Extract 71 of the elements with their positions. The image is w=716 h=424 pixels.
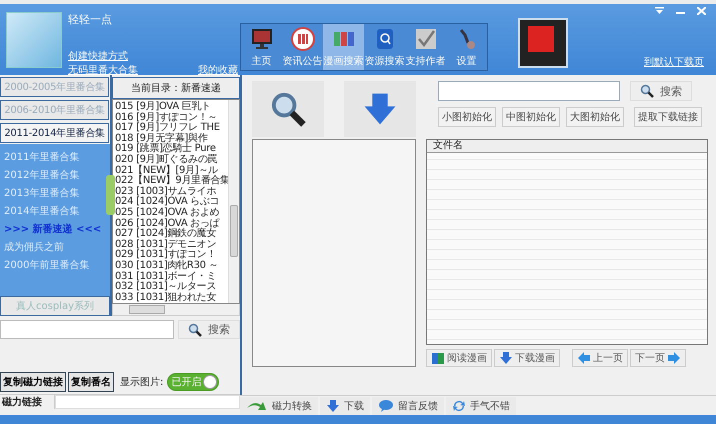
directory-item[interactable]: 033 [1031]狙われた女 [115, 292, 228, 304]
monitor-icon [250, 27, 274, 51]
magnet-link-field[interactable] [55, 395, 240, 410]
down-arrow-icon [362, 91, 398, 127]
logo-icon [518, 18, 568, 68]
book-icon [431, 350, 445, 365]
default-download-link[interactable]: 到默认下载页 [644, 55, 704, 69]
directory-item[interactable]: 029 [1031]すぽコン！ [115, 250, 228, 261]
directory-item[interactable]: 017 [9月]フリフレ THE [115, 123, 228, 134]
directory-item[interactable]: 020 [9月]町ぐるみの罠 [115, 154, 228, 166]
directory-item[interactable]: 024 [1024]OVA らぶコ [115, 197, 228, 208]
search-icon [270, 91, 306, 127]
directory-item[interactable]: 025 [1024]OVA およめ [115, 208, 228, 219]
vertical-scrollbar[interactable] [228, 100, 239, 304]
search-icon [640, 84, 654, 98]
comic-search-button[interactable]: 搜索 [630, 81, 692, 101]
init-button[interactable]: 大图初始化 [566, 107, 624, 127]
directory-item[interactable]: 031 [1031]ボーイ・ミ [115, 272, 228, 282]
directory-item[interactable]: 015 [9月]OVA 巨乳ト [115, 102, 228, 113]
init-button[interactable]: 中图初始化 [502, 107, 560, 127]
toolbar-button[interactable]: 设置 [446, 24, 487, 70]
directory-item[interactable]: 030 [1031]肉牝R30 ～ [115, 260, 228, 272]
down-arrow-icon [326, 398, 340, 412]
extract-links-button[interactable]: 提取下载链接 [634, 107, 702, 127]
bottom-tool-button[interactable]: 下载 [320, 396, 370, 414]
bottom-tool-button[interactable]: 手气不错 [446, 396, 516, 414]
bottom-tool-button[interactable]: 留言反馈 [372, 396, 444, 414]
toolbar-button[interactable]: 资源搜索 [364, 24, 405, 70]
directory-item[interactable]: 032 [1031]～ルタース [115, 282, 228, 293]
left-arrow-icon [577, 350, 591, 365]
collection-link[interactable]: 无码里番大合集 [68, 63, 138, 77]
directory-item[interactable]: 023 [1003]サムライホ [115, 186, 228, 198]
copy-button[interactable]: 复制番名 [68, 372, 114, 392]
toolbar-button[interactable]: 主页 [241, 24, 282, 70]
comic-search-field[interactable] [438, 81, 620, 101]
checkmark-icon [414, 27, 438, 51]
page-button[interactable]: 下一页 [630, 348, 686, 367]
directory-item[interactable]: 019 [跳票]恋騎士 Pure [115, 144, 228, 155]
toolbar-button[interactable]: 支持作者 [405, 24, 446, 70]
close-icon[interactable] [697, 7, 706, 15]
right-arrow-icon [667, 350, 681, 365]
horizontal-scrollbar[interactable] [112, 304, 240, 316]
dropdown-icon[interactable] [655, 7, 664, 15]
init-button[interactable]: 小图初始化 [438, 107, 496, 127]
books-icon [290, 27, 314, 51]
comic-action-button[interactable]: 下载漫画 [494, 348, 560, 367]
category-tab[interactable]: 2011-2014年里番合集 [0, 123, 109, 143]
directory-item[interactable]: 028 [1031]デモニオン [115, 240, 228, 250]
favorites-link[interactable]: 我的收藏 [198, 63, 238, 77]
download-button[interactable] [344, 81, 416, 137]
splitter-handle[interactable] [106, 175, 115, 215]
refresh-icon [452, 398, 466, 412]
column-header[interactable]: 文件名 [427, 140, 707, 153]
app-title: 轻轻一点 [68, 12, 113, 27]
comic-action-button[interactable]: 阅读漫画 [426, 348, 492, 367]
directory-title: 当前目录：新番速递 [112, 77, 240, 99]
show-images-label: 显示图片: [120, 376, 164, 390]
down-arrow-icon [499, 350, 513, 365]
search-icon [188, 322, 202, 337]
search-field[interactable] [0, 320, 174, 340]
toolbar-button[interactable]: 资讯公告 [282, 24, 323, 70]
directory-item[interactable]: 022【NEW】9月里番合集 [115, 176, 228, 187]
bottom-tool-button[interactable]: 磁力转换 [240, 396, 318, 414]
search-button[interactable]: 搜索 [178, 320, 240, 340]
page-button[interactable]: 上一页 [572, 348, 628, 367]
search-button[interactable] [252, 81, 324, 137]
leaf-photo-placeholder [6, 12, 62, 68]
directory-item[interactable]: 027 [1024]鋼鉄の魔女 [115, 229, 228, 240]
copy-button[interactable]: 复制磁力链接 [0, 372, 66, 392]
directory-item[interactable]: 016 [9月]すぽコン！～ [115, 112, 228, 124]
chat-bubble-icon [378, 398, 394, 412]
